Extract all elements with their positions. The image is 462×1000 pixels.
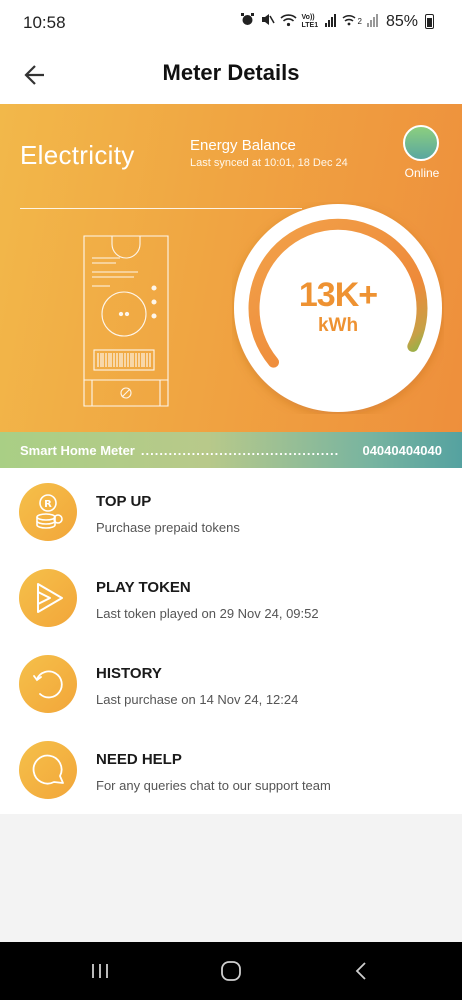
- play-token-action[interactable]: PLAY TOKEN Last token played on 29 Nov 2…: [0, 554, 462, 640]
- recent-apps-icon: [92, 964, 108, 978]
- status-time: 10:58: [23, 13, 66, 32]
- meter-name: Smart Home Meter: [20, 442, 135, 458]
- meter-dots-leader: ........................................…: [140, 442, 340, 458]
- need-help-subtitle: For any queries chat to our support team: [96, 778, 331, 793]
- utility-type: Electricity: [20, 140, 135, 170]
- app-header: Meter Details: [0, 46, 462, 104]
- system-nav-bar: [0, 942, 462, 1000]
- status-bar: 10:58 Vo)) LTE1 2 85%: [0, 0, 462, 46]
- signal-icon: [324, 13, 337, 31]
- play-token-subtitle: Last token played on 29 Nov 24, 09:52: [96, 606, 319, 621]
- wifi-calling-icon: [342, 13, 357, 31]
- history-subtitle: Last purchase on 14 Nov 24, 12:24: [96, 692, 299, 707]
- mute-icon: [260, 12, 275, 31]
- wifi-icon: [279, 13, 297, 31]
- history-title: HISTORY: [96, 665, 162, 682]
- svg-text:R: R: [44, 499, 52, 510]
- home-icon: [221, 961, 241, 981]
- last-synced-text: Last synced at 10:01, 18 Dec 24: [190, 157, 348, 169]
- meter-illustration: [83, 235, 169, 407]
- online-status-indicator: [403, 125, 439, 161]
- home-button[interactable]: [211, 956, 251, 986]
- top-up-action[interactable]: R TOP UP Purchase prepaid tokens: [0, 468, 462, 554]
- back-chevron-icon: [355, 962, 366, 980]
- top-up-title: TOP UP: [96, 493, 152, 510]
- nav-back-button[interactable]: [341, 956, 381, 986]
- play-icon: [19, 569, 77, 627]
- meter-card: Electricity Energy Balance Last synced a…: [0, 104, 462, 432]
- need-help-title: NEED HELP: [96, 751, 182, 768]
- sim2-label: 2: [357, 17, 362, 26]
- page-title: Meter Details: [162, 60, 300, 85]
- coins-icon: R: [19, 483, 77, 541]
- need-help-action[interactable]: NEED HELP For any queries chat to our su…: [0, 726, 462, 812]
- battery-icon: [425, 14, 434, 29]
- balance-unit: kWh: [317, 315, 359, 336]
- recent-apps-button[interactable]: [80, 956, 120, 986]
- actions-list: R TOP UP Purchase prepaid tokens PLAY TO…: [0, 468, 462, 814]
- play-token-title: PLAY TOKEN: [96, 579, 191, 596]
- meter-info-strip: Smart Home Meter .......................…: [0, 432, 462, 468]
- battery-percentage: 85%: [385, 12, 418, 30]
- signal-2-icon: [366, 13, 379, 31]
- energy-gauge: 13K+ kWh: [232, 202, 444, 414]
- balance-value: 13K+: [298, 276, 378, 314]
- chat-icon: [19, 741, 77, 799]
- top-up-subtitle: Purchase prepaid tokens: [96, 520, 240, 535]
- history-icon: [19, 655, 77, 713]
- network-label: Vo)) LTE1: [301, 13, 319, 29]
- status-icons: Vo)) LTE1 2 85%: [240, 12, 434, 31]
- meter-number: 04040404040: [362, 442, 442, 458]
- history-action[interactable]: HISTORY Last purchase on 14 Nov 24, 12:2…: [0, 640, 462, 726]
- online-status-label: Online: [404, 166, 440, 180]
- balance-label: Energy Balance: [190, 137, 296, 154]
- alarm-icon: [240, 12, 255, 31]
